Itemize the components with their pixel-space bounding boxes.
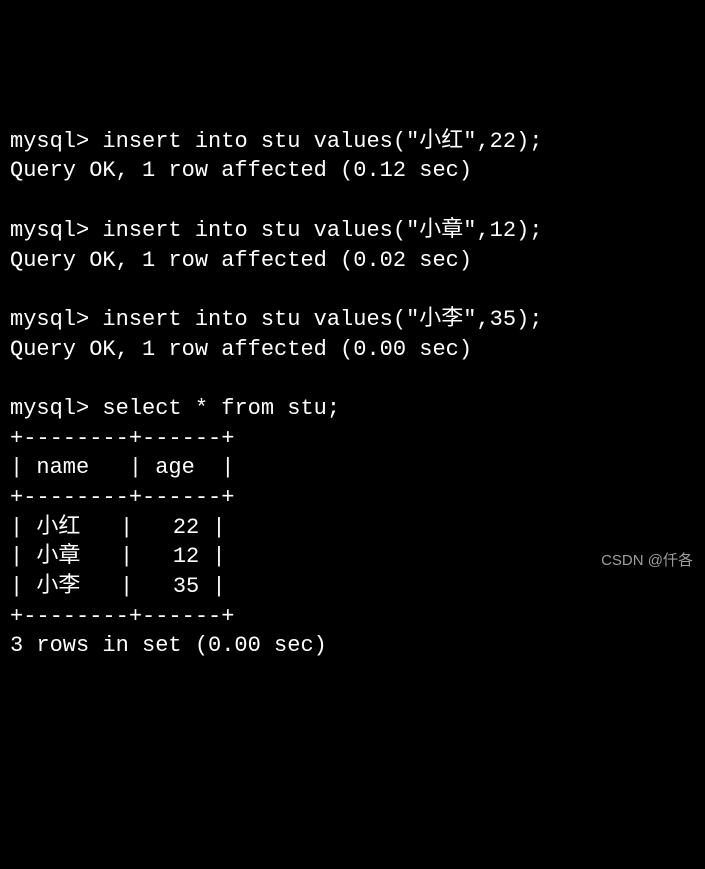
prompt: mysql> xyxy=(10,218,89,243)
table-header: | name | age | xyxy=(10,455,234,480)
table-row: | 小李 | 35 | xyxy=(10,574,226,599)
sql-command: insert into stu values("小章",12); xyxy=(102,218,542,243)
watermark: CSDN @仟各 xyxy=(601,551,693,571)
query-response: Query OK, 1 row affected (0.00 sec) xyxy=(10,337,472,362)
sql-command: insert into stu values("小李",35); xyxy=(102,307,542,332)
query-response: Query OK, 1 row affected (0.02 sec) xyxy=(10,248,472,273)
prompt: mysql> xyxy=(10,307,89,332)
table-border: +--------+------+ xyxy=(10,604,234,629)
table-row: | 小红 | 22 | xyxy=(10,515,226,540)
sql-command: insert into stu values("小红",22); xyxy=(102,129,542,154)
table-row: | 小章 | 12 | xyxy=(10,544,226,569)
table-border: +--------+------+ xyxy=(10,426,234,451)
query-response: Query OK, 1 row affected (0.12 sec) xyxy=(10,158,472,183)
result-footer: 3 rows in set (0.00 sec) xyxy=(10,633,327,658)
sql-command: select * from stu; xyxy=(102,396,340,421)
prompt: mysql> xyxy=(10,129,89,154)
prompt: mysql> xyxy=(10,396,89,421)
table-border: +--------+------+ xyxy=(10,485,234,510)
